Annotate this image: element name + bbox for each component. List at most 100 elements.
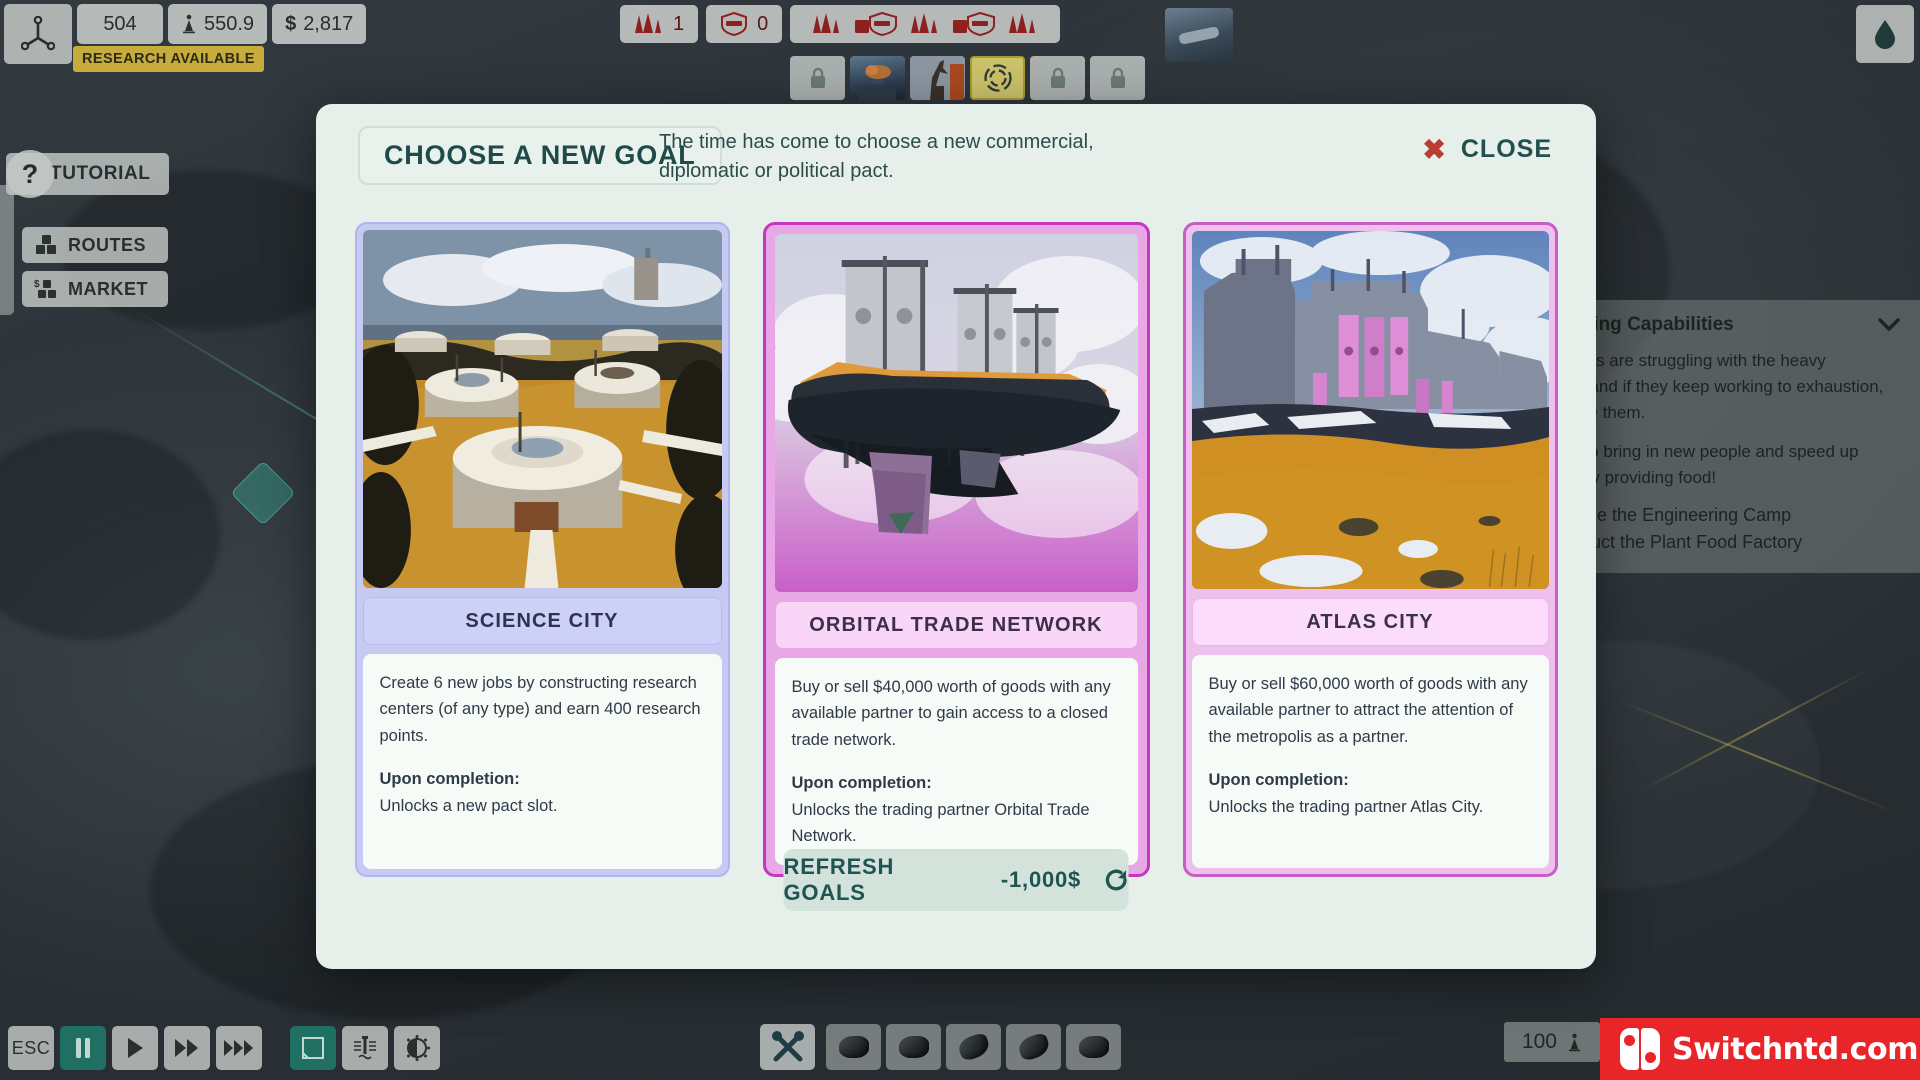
money-chip[interactable]: $ 2,817 — [272, 4, 367, 44]
atlas-city-art-svg — [1191, 231, 1549, 589]
troops-icon — [911, 13, 938, 33]
slot-locked-3[interactable] — [1090, 56, 1145, 100]
research-tree-icon — [21, 16, 55, 51]
research-available-badge[interactable]: RESEARCH AVAILABLE — [73, 46, 264, 72]
close-label: CLOSE — [1460, 135, 1552, 163]
esc-button[interactable]: ESC — [8, 1026, 54, 1070]
goal-card-science-city[interactable]: SCIENCE CITY Create 6 new jobs by constr… — [354, 222, 730, 878]
slot-art-balloon[interactable] — [850, 56, 905, 100]
card-completion-label: Upon completion: — [379, 770, 520, 789]
lock-icon — [1050, 67, 1065, 88]
firewall-shield-icon — [855, 12, 898, 36]
goal-card-atlas-city[interactable]: ATLAS CITY Buy or sell $60,000 worth of … — [1182, 222, 1558, 878]
card-objective: Create 6 new jobs by constructing resear… — [379, 674, 701, 745]
card-objective: Buy or sell $40,000 worth of goods with … — [791, 678, 1111, 749]
science-city-art-svg — [362, 230, 722, 588]
goal-card-list: SCIENCE CITY Create 6 new jobs by constr… — [316, 222, 1596, 878]
fast-forward-button[interactable] — [164, 1026, 210, 1070]
overlay-toggle-button[interactable] — [290, 1026, 336, 1070]
troops-icon — [1009, 13, 1036, 33]
refresh-goals-button[interactable]: REFRESH GOALS -1,000$ — [783, 849, 1129, 911]
slot-locked-1[interactable] — [790, 56, 845, 100]
site-watermark: Switchntd.com — [1600, 1018, 1920, 1080]
firewall-value: 0 — [757, 12, 769, 35]
card-title: SCIENCE CITY — [362, 597, 722, 645]
choose-goal-dialog: CHOOSE A NEW GOAL The time has come to c… — [316, 104, 1596, 969]
square-overlay-icon — [302, 1037, 324, 1059]
slot-art-statue[interactable] — [910, 56, 965, 100]
chevron-down-icon[interactable] — [1878, 318, 1900, 332]
pause-button[interactable] — [60, 1026, 106, 1070]
card-completion-text: Unlocks the trading partner Atlas City. — [1208, 797, 1484, 816]
troops-icon — [813, 13, 840, 33]
refresh-cost: -1,000$ — [1000, 867, 1082, 892]
research-tree-button[interactable] — [4, 4, 72, 64]
routes-button[interactable]: ROUTES — [22, 227, 168, 263]
pause-icon — [76, 1038, 90, 1058]
slot-active-pact[interactable] — [970, 56, 1025, 100]
water-drop-icon — [1875, 20, 1895, 49]
refresh-circular-arrow-icon — [1105, 869, 1127, 891]
dialog-header: CHOOSE A NEW GOAL The time has come to c… — [316, 104, 1596, 200]
card-completion-text: Unlocks the trading partner Orbital Trad… — [791, 800, 1090, 845]
build-rock-2[interactable] — [886, 1024, 941, 1070]
question-mark-icon[interactable]: ? — [6, 150, 54, 198]
water-button[interactable] — [1856, 5, 1914, 63]
statue-icon — [910, 56, 965, 100]
close-button[interactable]: ✖ CLOSE — [1422, 133, 1552, 166]
build-tools-button[interactable] — [760, 1024, 815, 1070]
build-rock-1[interactable] — [826, 1024, 881, 1070]
airship-thumbnail[interactable] — [1165, 8, 1233, 62]
switch-right-joycon — [1641, 1028, 1660, 1070]
orbital-trade-art-svg — [774, 234, 1138, 592]
slot-locked-2[interactable] — [1030, 56, 1085, 100]
goal-card-orbital-trade-network[interactable]: ORBITAL TRADE NETWORK Buy or sell $40,00… — [762, 222, 1150, 878]
brightness-button[interactable] — [394, 1026, 440, 1070]
troops-value: 1 — [673, 12, 685, 35]
troops-icon — [635, 13, 661, 33]
card-description: Buy or sell $40,000 worth of goods with … — [774, 658, 1138, 866]
build-rock-5[interactable] — [1066, 1024, 1121, 1070]
rock-icon — [1078, 1036, 1109, 1058]
double-arrow-icon — [175, 1039, 198, 1057]
watermark-text: Switchntd.com — [1672, 1031, 1919, 1067]
switch-left-joycon — [1620, 1028, 1639, 1070]
population-chip[interactable]: 550.9 — [168, 4, 268, 44]
atlas-city-artwork — [1191, 231, 1549, 589]
brightness-icon — [407, 1035, 430, 1061]
pact-target-icon — [983, 64, 1012, 92]
tutorial-label: TUTORIAL — [50, 163, 151, 184]
card-description: Create 6 new jobs by constructing resear… — [362, 654, 722, 870]
population-counter-chip[interactable]: 100 — [1503, 1022, 1600, 1062]
research-points-chip[interactable]: 504 — [77, 4, 163, 44]
market-button[interactable]: $ MARKET — [22, 271, 168, 307]
build-bar — [760, 1024, 1121, 1070]
card-title: ATLAS CITY — [1191, 598, 1549, 646]
card-completion-label: Upon completion: — [1208, 771, 1349, 790]
city-node-marker[interactable] — [230, 460, 296, 526]
build-rock-4[interactable] — [1006, 1024, 1061, 1070]
military-overview-bar[interactable] — [790, 5, 1061, 43]
build-rock-3[interactable] — [946, 1024, 1001, 1070]
balloon-city-icon — [858, 65, 896, 100]
play-button[interactable] — [112, 1026, 158, 1070]
population-icon — [1568, 1033, 1581, 1051]
firewall-chip[interactable]: 0 — [706, 5, 783, 43]
svg-text:$: $ — [34, 279, 40, 290]
triple-arrow-icon — [224, 1040, 253, 1056]
routes-label: ROUTES — [68, 234, 147, 255]
lock-icon — [810, 67, 825, 88]
market-crates-dollar-icon: $ — [34, 279, 56, 298]
left-rail-divider — [0, 185, 14, 315]
ultra-fast-forward-button[interactable] — [216, 1026, 262, 1070]
rock-icon — [838, 1036, 869, 1058]
nintendo-switch-logo — [1620, 1028, 1660, 1070]
airship-icon — [1178, 25, 1220, 46]
card-objective: Buy or sell $60,000 worth of goods with … — [1208, 675, 1528, 746]
speed-control-bar: ESC — [8, 1026, 440, 1070]
twin-rock-icon — [1015, 1031, 1052, 1063]
money-value: 2,817 — [303, 12, 354, 35]
water-level-button[interactable] — [342, 1026, 388, 1070]
troops-chip[interactable]: 1 — [620, 5, 699, 43]
